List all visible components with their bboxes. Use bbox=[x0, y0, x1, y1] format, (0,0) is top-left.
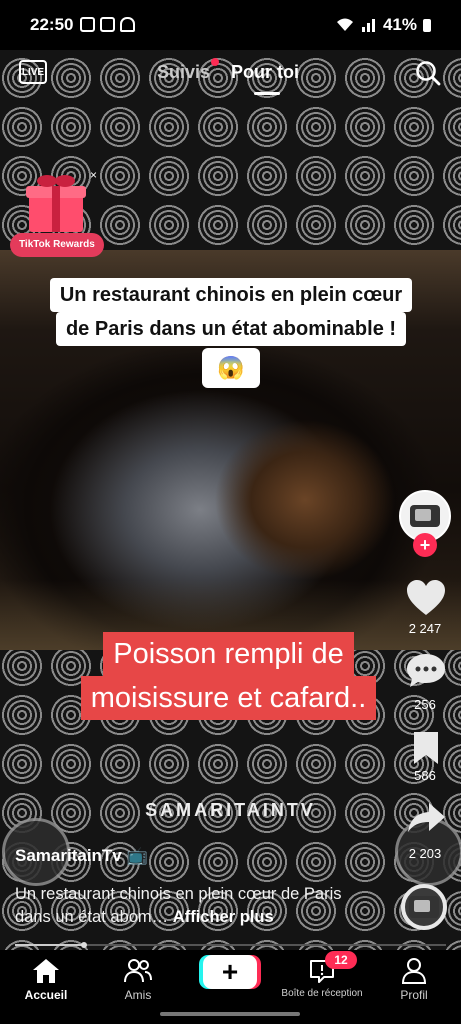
share-count: 2 203 bbox=[408, 846, 442, 861]
status-right: 41% bbox=[335, 15, 431, 35]
ghost-notification-icon bbox=[120, 17, 135, 32]
nav-profile-label: Profil bbox=[400, 988, 428, 1002]
tab-for-you[interactable]: Pour toi bbox=[231, 62, 299, 83]
progress-knob[interactable] bbox=[80, 942, 87, 948]
video-watermark: SAMARITAINTV bbox=[145, 800, 316, 820]
system-home-indicator[interactable] bbox=[160, 1012, 300, 1016]
overlay-line-1: Poisson rempli de bbox=[103, 632, 354, 676]
create-plus-button[interactable]: + bbox=[203, 955, 257, 989]
home-icon bbox=[33, 959, 59, 983]
caption-line-1: Un restaurant chinois en plein cœur bbox=[49, 278, 413, 312]
gift-icon bbox=[26, 175, 86, 232]
search-icon[interactable] bbox=[415, 60, 441, 86]
wifi-icon bbox=[336, 18, 353, 31]
profile-icon bbox=[401, 958, 427, 984]
tab-active-indicator bbox=[254, 92, 280, 95]
tab-following[interactable]: Suivis bbox=[157, 62, 210, 83]
bookmark-icon[interactable] bbox=[405, 730, 447, 766]
video-overlay-caption: Poisson rempli de moisissure et cafard.. bbox=[47, 632, 410, 720]
comment-icon[interactable] bbox=[405, 652, 447, 690]
live-label: LIVE bbox=[21, 66, 45, 78]
nav-home-label: Accueil bbox=[24, 988, 68, 1002]
status-time: 22:50 bbox=[30, 15, 74, 34]
nav-friends[interactable]: Amis bbox=[93, 956, 183, 1002]
inbox-badge: 12 bbox=[325, 951, 357, 969]
live-button[interactable]: LIVE bbox=[19, 60, 47, 84]
tiktok-feed-screen: 22:50 41% LIVE Suivis Pour toi × TikTok … bbox=[0, 0, 461, 1024]
nav-inbox-label: Boîte de réception bbox=[281, 988, 363, 999]
overlay-line-2: moisissure et cafard.. bbox=[80, 676, 377, 720]
rewards-label[interactable]: TikTok Rewards bbox=[10, 233, 104, 257]
creator-username[interactable]: SamaritainTv 📺 bbox=[15, 846, 148, 866]
friends-icon bbox=[124, 959, 152, 983]
signal-icon bbox=[361, 19, 375, 32]
battery-icon bbox=[423, 18, 431, 32]
battery-percent: 41% bbox=[382, 15, 417, 34]
video-progress-bar[interactable] bbox=[15, 942, 446, 948]
caption-line-2: de Paris dans un état abominable ! bbox=[55, 312, 407, 346]
video-caption-top: Un restaurant chinois en plein cœur de P… bbox=[28, 278, 434, 346]
save-count: 586 bbox=[414, 768, 436, 783]
gallery-notification-icon bbox=[100, 17, 115, 32]
status-bar: 22:50 41% bbox=[0, 0, 461, 50]
comment-count: 256 bbox=[414, 697, 436, 712]
notification-icons bbox=[80, 17, 135, 32]
like-count: 2 247 bbox=[408, 621, 442, 636]
message-notification-icon bbox=[80, 17, 95, 32]
following-new-dot bbox=[211, 58, 219, 66]
music-disc[interactable] bbox=[401, 884, 447, 930]
share-arrow-icon[interactable] bbox=[405, 800, 447, 836]
nav-friends-label: Amis bbox=[124, 988, 152, 1002]
tv-avatar-icon bbox=[410, 505, 440, 527]
progress-fill bbox=[15, 944, 84, 946]
rewards-close-icon[interactable]: × bbox=[90, 168, 97, 182]
nav-profile[interactable]: Profil bbox=[369, 956, 459, 1002]
follow-plus-icon[interactable]: + bbox=[413, 533, 437, 557]
caption-emoji: 😱 bbox=[202, 348, 260, 388]
tv-music-icon bbox=[409, 896, 439, 918]
post-description[interactable]: Un restaurant chinois en plein cœur de P… bbox=[15, 883, 375, 929]
show-more-link[interactable]: Afficher plus bbox=[173, 908, 274, 926]
like-heart-icon[interactable] bbox=[405, 579, 447, 617]
nav-home[interactable]: Accueil bbox=[1, 956, 91, 1002]
